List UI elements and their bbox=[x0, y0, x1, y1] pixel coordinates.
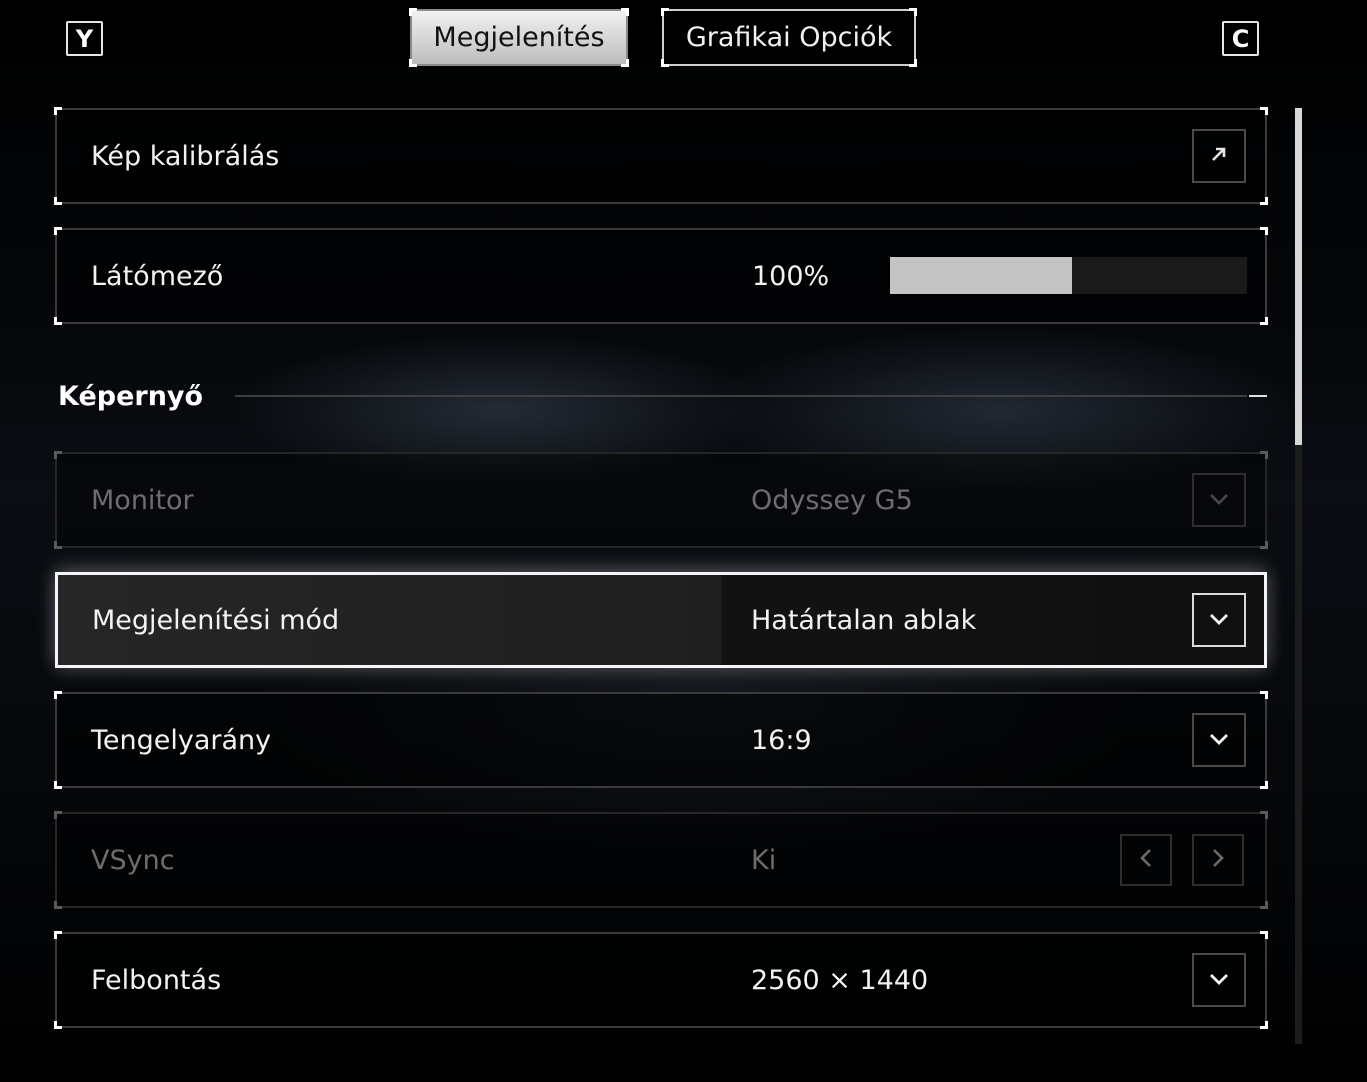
row-vsync: VSync Ki bbox=[54, 811, 1268, 909]
tab-graphics-options[interactable]: Grafikai Opciók bbox=[661, 8, 917, 67]
row-display-mode-value: Határtalan ablak bbox=[751, 604, 977, 636]
aspect-ratio-dropdown-button[interactable] bbox=[1192, 713, 1246, 767]
top-tab-bar: Y Megjelenítés Grafikai Opciók C bbox=[0, 0, 1367, 90]
section-title-screen: Képernyő bbox=[58, 380, 204, 412]
field-of-view-value: 100% bbox=[752, 260, 830, 292]
monitor-dropdown-button[interactable] bbox=[1192, 473, 1246, 527]
row-aspect-ratio-label: Tengelyarány bbox=[91, 724, 272, 756]
external-link-arrow-icon bbox=[1209, 144, 1229, 168]
row-display-mode[interactable]: Megjelenítési mód Határtalan ablak bbox=[55, 572, 1267, 668]
chevron-down-icon bbox=[1208, 971, 1230, 990]
field-of-view-slider-fill bbox=[890, 257, 1073, 294]
next-tab-key-hint[interactable]: C bbox=[1222, 21, 1259, 56]
vsync-next-button[interactable] bbox=[1192, 834, 1244, 886]
row-monitor: Monitor Odyssey G5 bbox=[54, 451, 1268, 549]
collapse-minus-icon[interactable] bbox=[1249, 388, 1267, 404]
row-resolution[interactable]: Felbontás 2560 × 1440 bbox=[54, 931, 1268, 1029]
row-image-calibration-label: Kép kalibrálás bbox=[91, 140, 280, 172]
chevron-down-icon bbox=[1208, 611, 1230, 630]
row-field-of-view: Látómező 100% bbox=[54, 227, 1268, 325]
scrollbar-thumb[interactable] bbox=[1295, 108, 1302, 445]
row-vsync-value: Ki bbox=[751, 844, 777, 876]
row-aspect-ratio-value: 16:9 bbox=[751, 724, 812, 756]
row-monitor-label: Monitor bbox=[91, 484, 194, 516]
row-image-calibration[interactable]: Kép kalibrálás bbox=[54, 107, 1268, 205]
section-divider bbox=[235, 395, 1247, 397]
row-resolution-label: Felbontás bbox=[91, 964, 222, 996]
display-mode-dropdown-button[interactable] bbox=[1192, 593, 1246, 647]
row-field-of-view-label: Látómező bbox=[91, 260, 224, 292]
field-of-view-slider[interactable] bbox=[890, 257, 1247, 294]
vsync-prev-button[interactable] bbox=[1120, 834, 1172, 886]
row-vsync-label: VSync bbox=[91, 844, 175, 876]
prev-tab-key-hint[interactable]: Y bbox=[66, 21, 103, 56]
row-monitor-value: Odyssey G5 bbox=[751, 484, 913, 516]
tab-graphics-options-label: Grafikai Opciók bbox=[685, 22, 893, 53]
tab-display[interactable]: Megjelenítés bbox=[409, 8, 629, 67]
resolution-dropdown-button[interactable] bbox=[1192, 953, 1246, 1007]
open-calibration-button[interactable] bbox=[1192, 129, 1246, 183]
row-resolution-value: 2560 × 1440 bbox=[751, 964, 929, 996]
row-display-mode-label: Megjelenítési mód bbox=[92, 604, 340, 636]
chevron-left-icon bbox=[1139, 847, 1153, 873]
scrollbar[interactable] bbox=[1295, 108, 1302, 1044]
chevron-down-icon bbox=[1208, 731, 1230, 750]
chevron-down-icon bbox=[1208, 491, 1230, 510]
tab-display-label: Megjelenítés bbox=[433, 22, 605, 53]
row-aspect-ratio[interactable]: Tengelyarány 16:9 bbox=[54, 691, 1268, 789]
chevron-right-icon bbox=[1211, 847, 1225, 873]
